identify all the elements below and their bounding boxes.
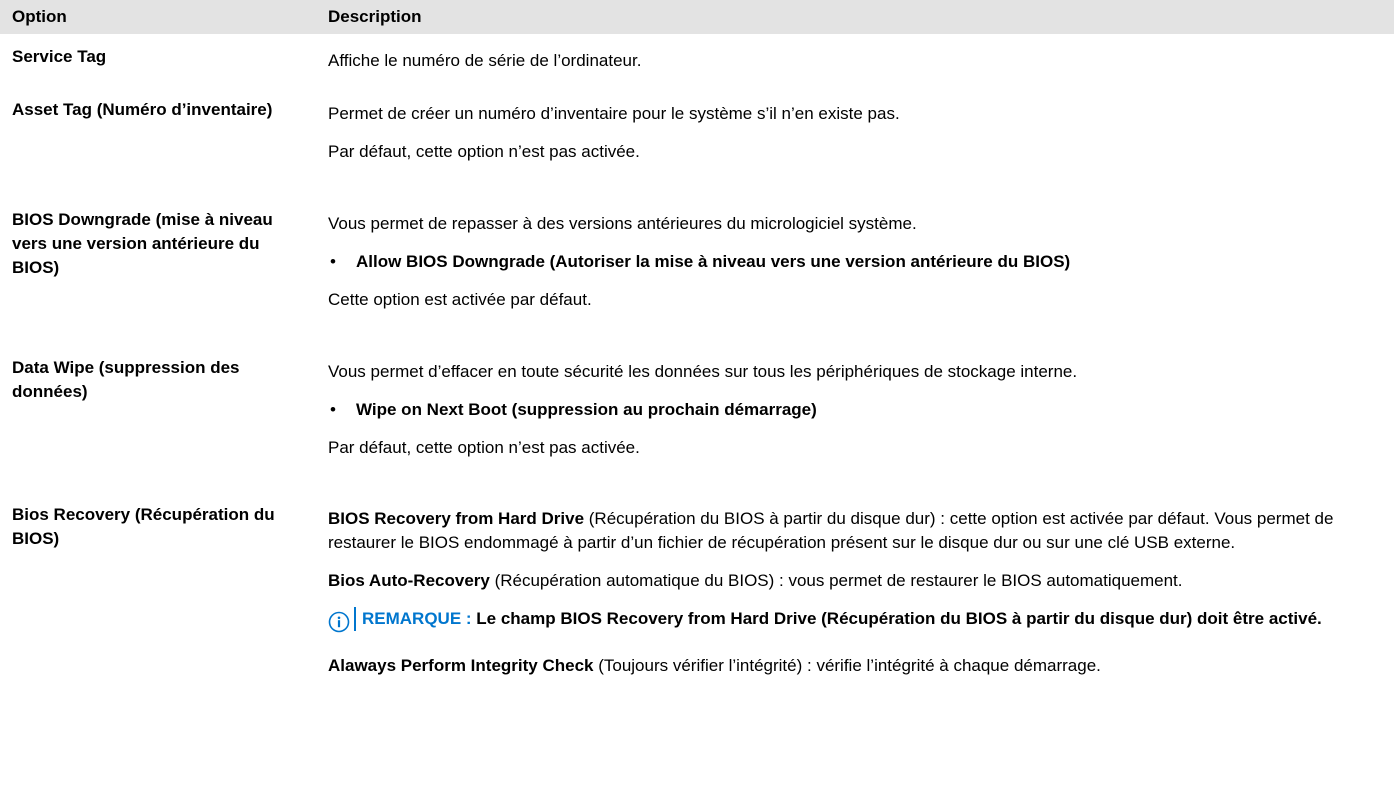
bios-options-table: Option Description Service Tag Affiche l…	[0, 0, 1394, 692]
note-label: REMARQUE :	[362, 609, 472, 628]
option-description: BIOS Recovery from Hard Drive (Récupérat…	[318, 497, 1394, 692]
description-text: Affiche le numéro de série de l’ordinate…	[328, 51, 642, 70]
table-header: Option Description	[0, 0, 1394, 34]
default-state-text: Cette option est activée par défaut.	[328, 290, 592, 309]
table-row-data-wipe: Data Wipe (suppression des données) Vous…	[0, 350, 1394, 497]
table-row-bios-recovery: Bios Recovery (Récupération du BIOS) BIO…	[0, 497, 1394, 692]
info-circle-icon	[328, 607, 354, 640]
description-text: Vous permet d’effacer en toute sécurité …	[328, 362, 1078, 381]
option-name: BIOS Downgrade (mise à niveau vers une v…	[12, 210, 273, 277]
option-description: Vous permet de repasser à des versions a…	[318, 202, 1394, 326]
note-body: REMARQUE : Le champ BIOS Recovery from H…	[354, 607, 1322, 631]
bullet-item: • Wipe on Next Boot (suppression au proc…	[328, 398, 1388, 422]
option-description: Vous permet d’effacer en toute sécurité …	[318, 350, 1394, 474]
description-text: Vous permet de repasser à des versions a…	[328, 214, 917, 233]
option-name: Asset Tag (Numéro d’inventaire)	[12, 100, 273, 119]
integrity-check-text: Alaways Perform Integrity Check (Toujour…	[328, 654, 1388, 678]
integrity-check-label: Alaways Perform Integrity Check	[328, 656, 594, 675]
option-name: Bios Recovery (Récupération du BIOS)	[12, 505, 275, 548]
auto-recovery-desc: (Récupération automatique du BIOS) : vou…	[489, 571, 1183, 590]
auto-recovery-label: Bios Auto-Recovery	[328, 571, 490, 590]
bullet-text: Allow BIOS Downgrade (Autoriser la mise …	[356, 252, 1071, 271]
header-option: Option	[12, 7, 67, 26]
default-state-text: Par défaut, cette option n’est pas activ…	[328, 142, 640, 161]
table-row-service-tag: Service Tag Affiche le numéro de série d…	[0, 34, 1394, 90]
table-row-bios-downgrade: BIOS Downgrade (mise à niveau vers une v…	[0, 202, 1394, 350]
recovery-from-hdd-text: BIOS Recovery from Hard Drive (Récupérat…	[328, 507, 1388, 555]
recovery-from-hdd-label: BIOS Recovery from Hard Drive	[328, 509, 585, 528]
note-box: REMARQUE : Le champ BIOS Recovery from H…	[328, 607, 1388, 640]
bullet-dot-icon: •	[330, 400, 336, 419]
header-description: Description	[328, 7, 422, 26]
integrity-check-desc: (Toujours vérifier l’intégrité) : vérifi…	[593, 656, 1101, 675]
bullet-dot-icon: •	[330, 252, 336, 271]
default-state-text: Par défaut, cette option n’est pas activ…	[328, 438, 640, 457]
bullet-item: • Allow BIOS Downgrade (Autoriser la mis…	[328, 250, 1388, 274]
option-description: Affiche le numéro de série de l’ordinate…	[318, 34, 1394, 87]
option-name: Data Wipe (suppression des données)	[12, 358, 240, 401]
description-text: Permet de créer un numéro d’inventaire p…	[328, 104, 900, 123]
auto-recovery-text: Bios Auto-Recovery (Récupération automat…	[328, 569, 1388, 593]
bullet-text: Wipe on Next Boot (suppression au procha…	[356, 400, 817, 419]
note-text: Le champ BIOS Recovery from Hard Drive (…	[471, 609, 1322, 628]
option-description: Permet de créer un numéro d’inventaire p…	[318, 90, 1394, 178]
option-name: Service Tag	[12, 47, 107, 66]
table-row-asset-tag: Asset Tag (Numéro d’inventaire) Permet d…	[0, 90, 1394, 202]
